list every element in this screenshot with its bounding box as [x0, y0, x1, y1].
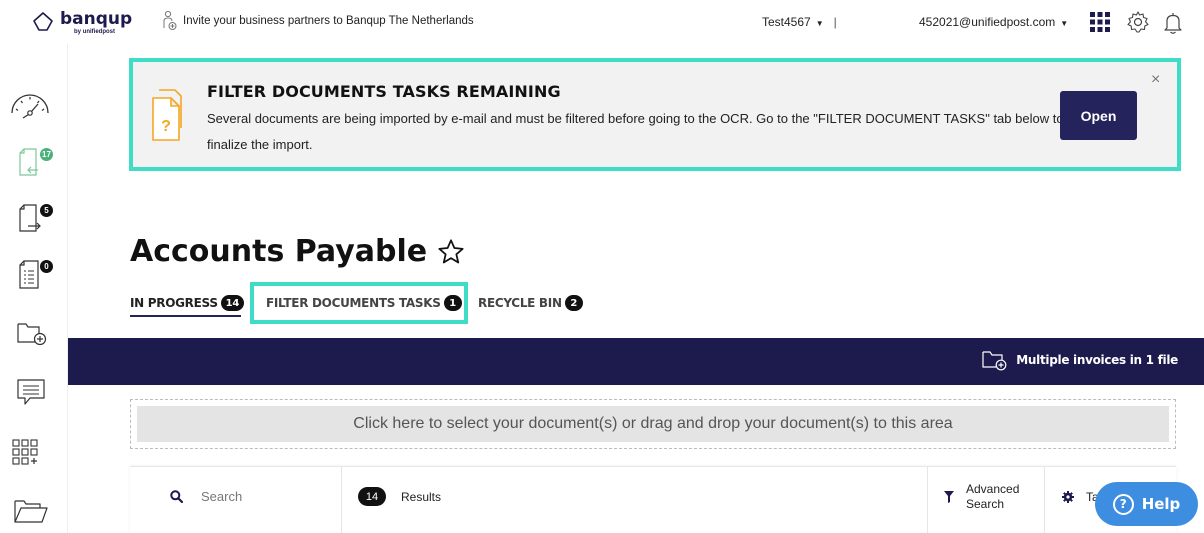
table-settings-button[interactable]: Ta — [1062, 490, 1099, 504]
results-label: Results — [401, 489, 442, 504]
help-button[interactable]: ? Help — [1095, 482, 1198, 526]
outgoing-badge: 5 — [40, 204, 53, 217]
page-title: Accounts Payable — [130, 234, 465, 269]
document-list-icon — [19, 260, 39, 289]
chevron-down-icon: ▼ — [1060, 19, 1069, 28]
page-title-text: Accounts Payable — [130, 234, 428, 269]
results-count-badge: 14 — [358, 487, 386, 506]
chevron-down-icon: ▼ — [815, 19, 824, 28]
notifications-bell-icon[interactable] — [1163, 11, 1183, 35]
search-icon — [170, 490, 183, 503]
dashboard-gauge-icon[interactable] — [8, 89, 52, 119]
upload-toolbar: Multiple invoices in 1 file — [68, 338, 1204, 385]
documents-badge: 0 — [40, 260, 53, 273]
add-folder-icon — [982, 351, 1007, 371]
logo-subtext: by unifiedpost — [74, 29, 115, 35]
document-dropzone[interactable]: Click here to select your document(s) or… — [130, 399, 1176, 449]
banner-message: Several documents are being imported by … — [207, 111, 1064, 152]
favorite-star-icon[interactable] — [437, 238, 465, 266]
multiple-invoices-button[interactable]: Multiple invoices in 1 file — [982, 349, 1178, 371]
tab-in-progress[interactable]: IN PROGRESS 14 — [130, 295, 244, 317]
incoming-documents-icon — [19, 148, 38, 176]
tab-label: FILTER DOCUMENTS TASKS — [266, 296, 441, 310]
results-toolbar: Search 14 Results Advanced Search Ta — [130, 466, 1176, 533]
settings-gear-icon[interactable] — [1126, 10, 1150, 34]
sidebar-item-incoming[interactable]: 17 — [18, 148, 53, 180]
gear-icon — [1062, 491, 1074, 503]
open-button[interactable]: Open — [1060, 91, 1137, 140]
close-icon[interactable]: × — [1151, 71, 1160, 89]
open-folder-icon[interactable] — [14, 498, 48, 524]
tab-recycle-bin[interactable]: RECYCLE BIN 2 — [478, 295, 583, 311]
filter-funnel-icon — [944, 491, 954, 503]
results-count: 14 Results — [358, 487, 441, 506]
divider — [1044, 467, 1045, 533]
sidebar-item-documents[interactable]: 0 — [18, 260, 53, 292]
invite-text: Invite your business partners to Banqup … — [183, 15, 474, 27]
banqup-logo[interactable]: banqup by unifiedpost — [30, 8, 133, 38]
user-email: 452021@unifiedpost.com — [919, 15, 1056, 29]
advanced-search-label-2: Search — [966, 497, 1005, 511]
invite-partners-link[interactable]: Invite your business partners to Banqup … — [163, 9, 474, 33]
tab-label: RECYCLE BIN — [478, 296, 562, 310]
messages-icon[interactable] — [16, 378, 46, 406]
filter-tasks-banner: ? FILTER DOCUMENTS TASKS REMAINING Sever… — [129, 58, 1181, 171]
sidebar: 17 5 0 — [0, 44, 68, 533]
tab-count-badge: 14 — [220, 295, 244, 311]
svg-text:?: ? — [161, 118, 171, 135]
add-folder-icon[interactable] — [17, 320, 47, 346]
logo-text: banqup — [60, 9, 133, 29]
tab-count-badge: 1 — [443, 295, 462, 311]
divider — [341, 467, 342, 533]
logo-mark-icon — [33, 12, 53, 31]
tab-filter-documents-tasks[interactable]: FILTER DOCUMENTS TASKS 1 — [266, 295, 462, 311]
apps-add-icon[interactable] — [12, 439, 42, 465]
pending-documents-icon: ? — [152, 89, 182, 141]
help-question-icon: ? — [1112, 493, 1134, 515]
divider: | — [833, 15, 837, 29]
apps-grid-icon[interactable] — [1090, 12, 1110, 32]
invite-person-icon — [163, 10, 177, 30]
divider — [927, 467, 928, 533]
search-placeholder: Search — [201, 489, 243, 504]
tab-label: IN PROGRESS — [130, 296, 218, 310]
dropzone-text: Click here to select your document(s) or… — [137, 406, 1169, 442]
incoming-badge: 17 — [40, 148, 53, 161]
user-menu[interactable]: 452021@unifiedpost.com ▼ — [919, 15, 1068, 29]
company-name: Test4567 — [762, 15, 811, 29]
tab-count-badge: 2 — [564, 295, 583, 311]
advanced-search-button[interactable]: Advanced Search — [944, 482, 1019, 512]
banner-title: FILTER DOCUMENTS TASKS REMAINING — [207, 82, 561, 101]
top-bar: banqup by unifiedpost Invite your busine… — [0, 0, 1204, 44]
company-selector[interactable]: Test4567 ▼ | — [762, 15, 837, 29]
help-label: Help — [1141, 495, 1181, 513]
search-input[interactable]: Search — [170, 489, 242, 504]
advanced-search-label-1: Advanced — [966, 482, 1020, 496]
sidebar-item-outgoing[interactable]: 5 — [18, 204, 53, 236]
multiple-invoices-label: Multiple invoices in 1 file — [1016, 353, 1178, 367]
